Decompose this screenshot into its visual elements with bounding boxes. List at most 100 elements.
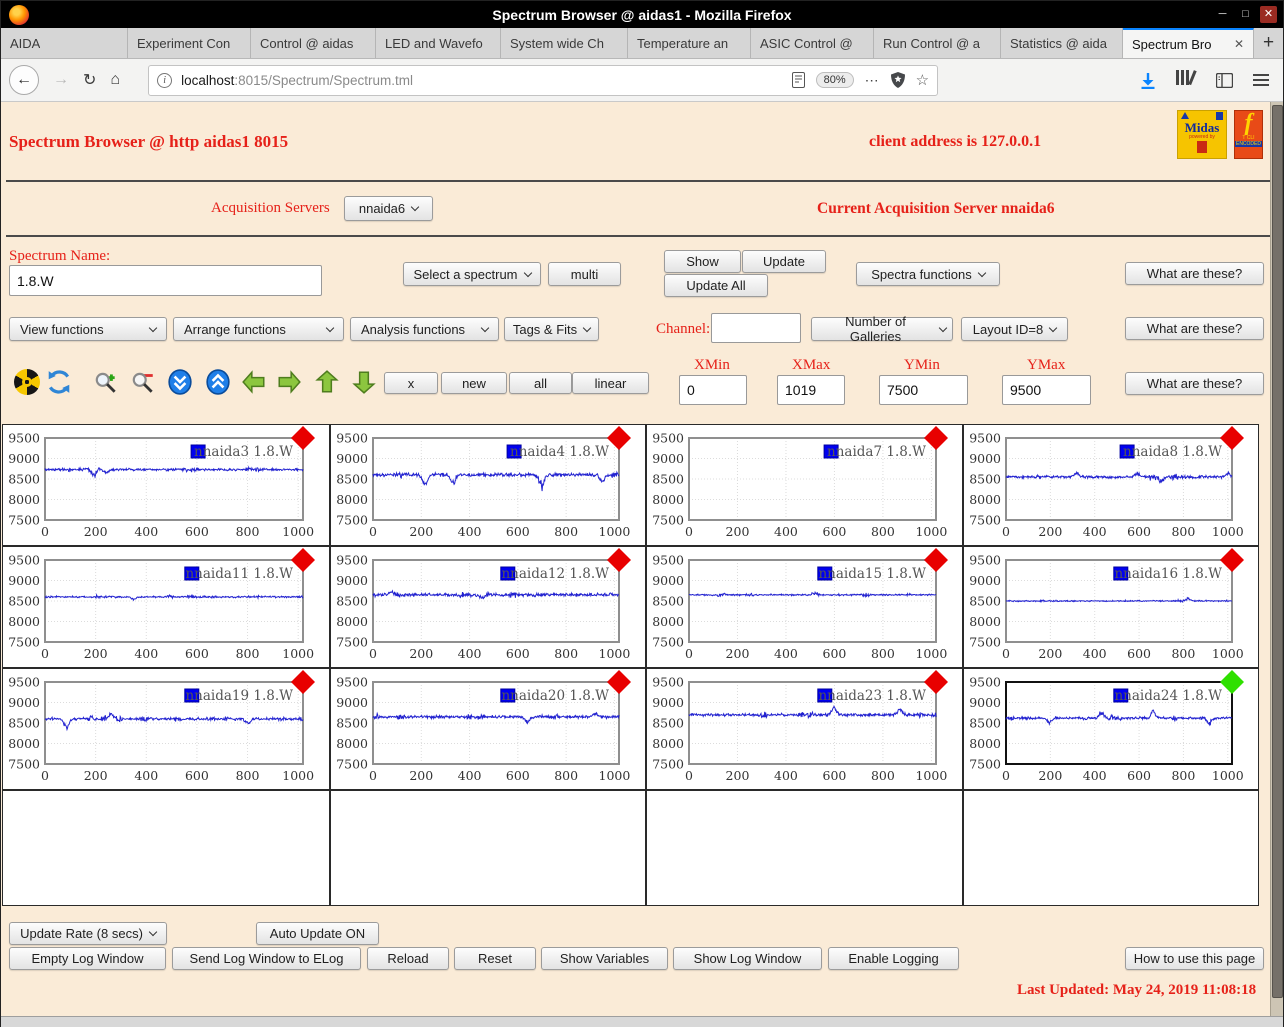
status-diamond-red[interactable] xyxy=(1220,426,1244,450)
update-rate-dropdown[interactable]: Update Rate (8 secs) xyxy=(9,922,167,945)
spectrum-chart-nnaida12[interactable]: 7500 8000 8500 9000 9500 0 200 400 600 800 1000 nna… xyxy=(330,546,646,668)
layout-id-dropdown[interactable]: Layout ID=8 xyxy=(961,317,1068,341)
galleries-dropdown[interactable]: Number of Galleries xyxy=(811,314,953,344)
enable-logging-button[interactable]: Enable Logging xyxy=(828,947,959,970)
reload-button[interactable]: ↻ xyxy=(83,70,96,90)
status-diamond-red[interactable] xyxy=(924,426,948,450)
show-variables-button[interactable]: Show Variables xyxy=(541,947,668,970)
status-diamond-red[interactable] xyxy=(291,426,315,450)
update-button[interactable]: Update xyxy=(742,250,826,273)
linear-button[interactable]: linear xyxy=(572,372,649,394)
analysis-functions-dropdown[interactable]: Analysis functions xyxy=(350,317,499,341)
x-scale-button[interactable]: x xyxy=(384,372,438,394)
tab-run-control-a[interactable]: Run Control @ a xyxy=(874,28,1001,58)
spectrum-chart-nnaida4[interactable]: 7500 8000 8500 9000 9500 0 200 400 600 800 1000 nna… xyxy=(330,424,646,546)
zoom-in-icon[interactable] xyxy=(93,369,119,395)
page-info-icon[interactable]: i xyxy=(157,72,173,88)
auto-update-button[interactable]: Auto Update ON xyxy=(256,922,379,945)
status-diamond-red[interactable] xyxy=(924,670,948,694)
all-button[interactable]: all xyxy=(509,372,572,394)
ymax-input[interactable] xyxy=(1002,375,1091,405)
reader-mode-icon[interactable] xyxy=(791,72,805,88)
spectrum-chart-nnaida11[interactable]: 7500 8000 8500 9000 9500 0 200 400 600 800 1000 nna… xyxy=(2,546,330,668)
status-diamond-red[interactable] xyxy=(607,670,631,694)
spectrum-chart-nnaida24[interactable]: 7500 8000 8500 9000 9500 0 200 400 600 800 1000 nna… xyxy=(963,668,1259,790)
status-diamond-red[interactable] xyxy=(291,548,315,572)
reset-button[interactable]: Reset xyxy=(454,947,536,970)
new-tab-button[interactable]: + xyxy=(1254,28,1283,58)
download-icon[interactable] xyxy=(1140,72,1156,89)
radiation-icon[interactable] xyxy=(14,369,40,395)
arrow-right-icon[interactable] xyxy=(276,369,302,395)
back-button[interactable]: ← xyxy=(9,65,39,95)
spectrum-chart-nnaida7[interactable]: 7500 8000 8500 9000 9500 0 200 400 600 800 1000 nna… xyxy=(646,424,963,546)
page-scrollbar[interactable] xyxy=(1270,102,1283,1016)
spectrum-chart-nnaida23[interactable]: 7500 8000 8500 9000 9500 0 200 400 600 800 1000 nna… xyxy=(646,668,963,790)
tab-system-wide-ch[interactable]: System wide Ch xyxy=(501,28,628,58)
spectrum-name-input[interactable] xyxy=(9,265,322,296)
spectrum-chart-nnaida19[interactable]: 7500 8000 8500 9000 9500 0 200 400 600 800 1000 nna… xyxy=(2,668,330,790)
home-button[interactable]: ⌂ xyxy=(110,71,120,89)
bookmark-star-icon[interactable]: ☆ xyxy=(916,71,929,89)
status-diamond-red[interactable] xyxy=(607,426,631,450)
update-all-button[interactable]: Update All xyxy=(664,274,768,297)
xmin-input[interactable] xyxy=(679,375,747,405)
what-are-these-button-3[interactable]: What are these? xyxy=(1125,372,1264,395)
tab-temperature-an[interactable]: Temperature an xyxy=(628,28,751,58)
sidebar-icon[interactable] xyxy=(1216,72,1233,88)
collapse-up-icon[interactable] xyxy=(205,369,231,395)
view-functions-dropdown[interactable]: View functions xyxy=(9,317,167,341)
multi-button[interactable]: multi xyxy=(548,262,621,286)
status-diamond-red[interactable] xyxy=(607,548,631,572)
status-diamond-red[interactable] xyxy=(1220,548,1244,572)
close-button[interactable]: ✕ xyxy=(1260,6,1277,23)
tab-led-and-wavefo[interactable]: LED and Wavefo xyxy=(376,28,501,58)
status-diamond-green[interactable] xyxy=(1220,670,1244,694)
show-button[interactable]: Show xyxy=(664,250,741,273)
tags-fits-dropdown[interactable]: Tags & Fits xyxy=(504,317,599,341)
xmax-input[interactable] xyxy=(777,375,845,405)
scrollbar-thumb[interactable] xyxy=(1272,105,1283,998)
channel-input[interactable] xyxy=(711,313,801,343)
minimize-button[interactable]: ─ xyxy=(1214,6,1231,23)
tab-aida[interactable]: AIDA xyxy=(1,28,128,58)
page-actions-icon[interactable]: ⋯ xyxy=(865,72,880,89)
tab-close-icon[interactable]: ✕ xyxy=(1226,37,1244,51)
zoom-out-icon[interactable] xyxy=(130,369,156,395)
acquisition-server-select[interactable]: nnaida6 xyxy=(344,196,433,221)
forward-button[interactable]: → xyxy=(53,71,69,89)
spectrum-chart-nnaida20[interactable]: 7500 8000 8500 9000 9500 0 200 400 600 800 1000 nna… xyxy=(330,668,646,790)
spectra-functions-dropdown[interactable]: Spectra functions xyxy=(856,262,1000,286)
refresh-icon[interactable] xyxy=(46,369,72,395)
new-button[interactable]: new xyxy=(441,372,507,394)
tab-experiment-con[interactable]: Experiment Con xyxy=(128,28,251,58)
spectrum-chart-nnaida16[interactable]: 7500 8000 8500 9000 9500 0 200 400 600 800 1000 nna… xyxy=(963,546,1259,668)
empty-log-button[interactable]: Empty Log Window xyxy=(9,947,166,970)
tab-asic-control-[interactable]: ASIC Control @ xyxy=(751,28,874,58)
status-diamond-red[interactable] xyxy=(924,548,948,572)
what-are-these-button-1[interactable]: What are these? xyxy=(1125,262,1264,285)
spectrum-chart-nnaida3[interactable]: 7500 8000 8500 9000 9500 0 200 400 600 800 1000 nna… xyxy=(2,424,330,546)
url-bar[interactable]: i localhost:8015/Spectrum/Spectrum.tml 8… xyxy=(148,64,939,96)
show-log-button[interactable]: Show Log Window xyxy=(673,947,822,970)
maximize-button[interactable]: □ xyxy=(1237,6,1254,23)
collapse-down-icon[interactable] xyxy=(167,369,193,395)
tab-spectrum-bro[interactable]: Spectrum Bro ✕ xyxy=(1123,28,1254,58)
arrow-down-icon[interactable] xyxy=(351,369,377,395)
shield-icon[interactable] xyxy=(890,72,905,88)
spectrum-chart-nnaida8[interactable]: 7500 8000 8500 9000 9500 0 200 400 600 800 1000 nna… xyxy=(963,424,1259,546)
tab-statistics-aida[interactable]: Statistics @ aida xyxy=(1001,28,1123,58)
tab-control-aidas[interactable]: Control @ aidas xyxy=(251,28,376,58)
how-to-use-button[interactable]: How to use this page xyxy=(1125,947,1264,970)
arrange-functions-dropdown[interactable]: Arrange functions xyxy=(173,317,344,341)
reload-page-button[interactable]: Reload xyxy=(367,947,449,970)
ymin-input[interactable] xyxy=(879,375,968,405)
arrow-left-icon[interactable] xyxy=(241,369,267,395)
url-text[interactable]: localhost:8015/Spectrum/Spectrum.tml xyxy=(181,73,413,88)
zoom-level-badge[interactable]: 80% xyxy=(815,72,854,88)
select-spectrum-dropdown[interactable]: Select a spectrum xyxy=(403,262,541,286)
library-icon[interactable] xyxy=(1176,70,1197,90)
what-are-these-button-2[interactable]: What are these? xyxy=(1125,317,1264,340)
status-diamond-red[interactable] xyxy=(291,670,315,694)
send-log-button[interactable]: Send Log Window to ELog xyxy=(172,947,361,970)
